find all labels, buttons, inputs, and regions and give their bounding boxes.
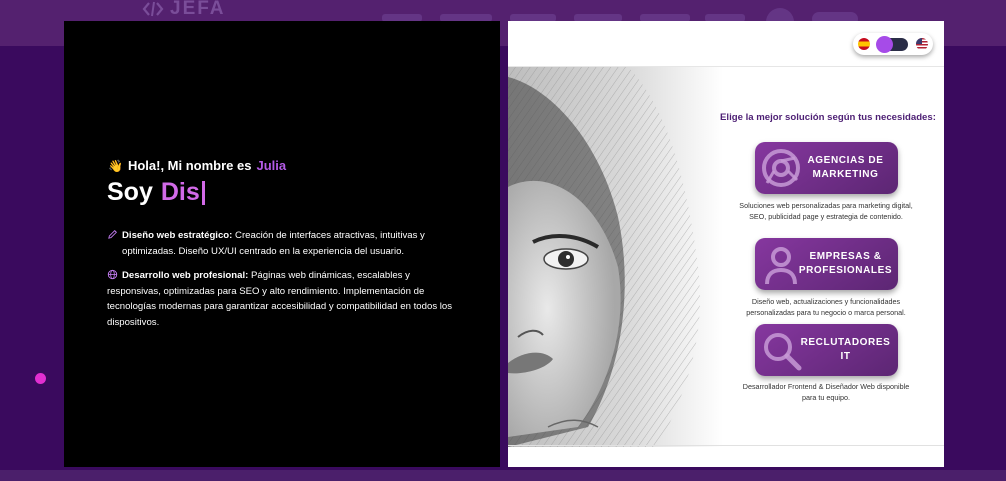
- greeting-name: Julia: [256, 158, 287, 173]
- solution-card-description: Desarrollador Frontend & Diseñador Web d…: [742, 382, 910, 402]
- service-title: Diseño web estratégico:: [122, 230, 233, 241]
- solution-card-label: EMPRESAS & PROFESIONALES: [798, 251, 893, 276]
- solution-card-empresas[interactable]: EMPRESAS & PROFESIONALES: [755, 238, 898, 290]
- greeting-text: Hola!, Mi nombre es: [127, 158, 252, 173]
- spain-flag-icon[interactable]: [858, 38, 870, 50]
- usa-flag-icon[interactable]: [916, 38, 928, 50]
- scroll-indicator-dot[interactable]: [35, 373, 46, 384]
- service-text: Páginas web dinámicas, escalables y: [248, 270, 410, 281]
- intro-panel: 👋 Hola!, Mi nombre es Julia Soy Dis Dise…: [64, 21, 500, 467]
- code-icon: [142, 1, 164, 17]
- typing-cursor: [201, 180, 205, 205]
- globe-icon: [107, 269, 118, 280]
- solutions-panel: Elige la mejor solución según tus necesi…: [508, 21, 944, 467]
- headline-typed: Dis: [160, 178, 200, 206]
- background-footer: [0, 470, 1006, 481]
- pencil-icon: [108, 230, 117, 239]
- solution-card-description: Diseño web, actualizaciones y funcionali…: [746, 297, 906, 317]
- language-toggle[interactable]: [876, 35, 908, 53]
- service-text: dispositivos.: [107, 316, 160, 328]
- solutions-prompt: Elige la mejor solución según tus necesi…: [720, 112, 936, 123]
- solution-card-label: RECLUTADORES IT: [800, 337, 891, 362]
- service-title: Desarrollo web profesional:: [122, 270, 249, 281]
- brand-logo-text: JEFA: [170, 0, 226, 19]
- headline: Soy Dis: [107, 178, 205, 207]
- wave-hand-icon: 👋: [108, 158, 123, 173]
- solution-card-agencias[interactable]: AGENCIAS DE MARKETING: [755, 142, 898, 194]
- service-text: optimizadas. Diseño UX/UI centrado en la…: [122, 245, 405, 257]
- solution-card-reclutadores[interactable]: RECLUTADORES IT: [755, 324, 898, 376]
- solution-card-label: AGENCIAS DE MARKETING: [807, 155, 884, 180]
- panel-divider: [508, 445, 944, 446]
- portrait-sketch-image: [508, 67, 723, 447]
- greeting: 👋 Hola!, Mi nombre es Julia: [108, 158, 286, 173]
- service-text: Creación de interfaces atractivas, intui…: [232, 230, 425, 241]
- service-item-development: Desarrollo web profesional: Páginas web …: [107, 268, 459, 330]
- brand-logo: JEFA: [142, 0, 226, 20]
- service-text: tecnologías modernas para garantizar acc…: [107, 301, 453, 312]
- panel-topbar: [508, 21, 944, 67]
- solution-card-description: Soluciones web personalizadas para marke…: [739, 201, 913, 221]
- service-item-design: Diseño web estratégico: Creación de inte…: [107, 228, 459, 259]
- service-text: responsivas, optimizadas para SEO y alto…: [107, 285, 425, 297]
- headline-static: Soy: [107, 178, 153, 206]
- language-switch[interactable]: [853, 33, 933, 55]
- toggle-knob: [876, 35, 893, 53]
